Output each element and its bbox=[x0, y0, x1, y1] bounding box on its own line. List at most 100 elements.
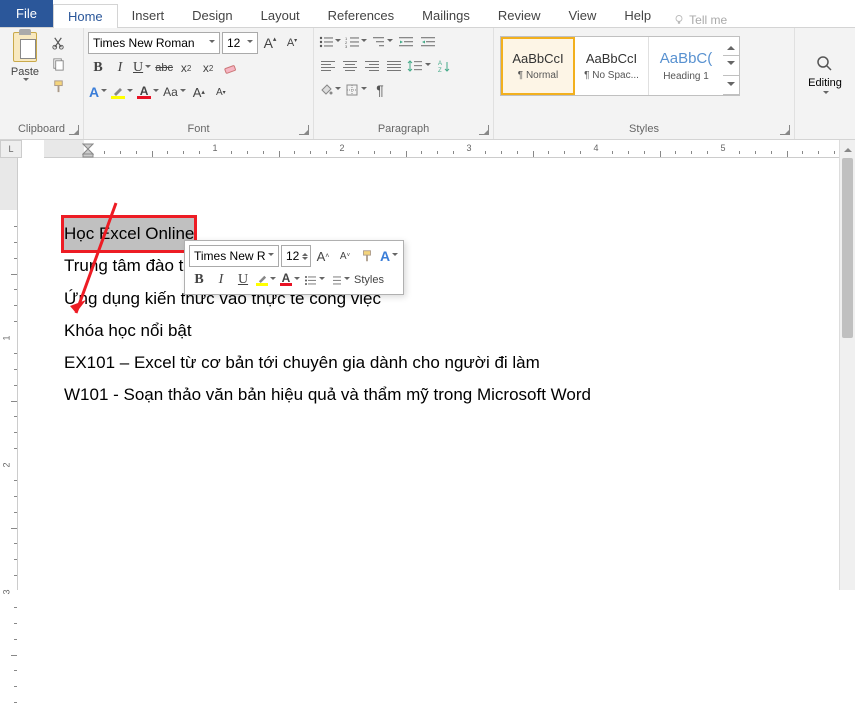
tell-me[interactable]: Tell me bbox=[673, 13, 727, 27]
align-right-button[interactable] bbox=[362, 56, 382, 76]
bullets-button[interactable] bbox=[318, 32, 342, 52]
doc-line[interactable]: Trung tâm đào tạo tin học văn phòng tốt … bbox=[64, 250, 797, 282]
tab-references[interactable]: References bbox=[314, 4, 408, 27]
svg-text:Z: Z bbox=[438, 68, 442, 73]
tab-home[interactable]: Home bbox=[53, 4, 118, 28]
shrink-font2-button[interactable]: A▾ bbox=[211, 82, 231, 102]
format-painter-button[interactable] bbox=[48, 76, 68, 96]
copy-icon bbox=[51, 57, 66, 72]
style-no-spacing[interactable]: AaBbCcI ¶ No Spac... bbox=[575, 37, 649, 95]
style-heading1[interactable]: AaBbC( Heading 1 bbox=[649, 37, 723, 95]
borders-button[interactable] bbox=[344, 80, 368, 100]
paragraph-launcher[interactable] bbox=[479, 125, 489, 135]
font-name-combo[interactable]: Times New Roman bbox=[88, 32, 220, 54]
font-size-combo[interactable]: 12 bbox=[222, 32, 258, 54]
shading-button[interactable] bbox=[318, 80, 342, 100]
bullets-icon bbox=[304, 275, 317, 286]
mini-highlight[interactable] bbox=[255, 270, 277, 290]
mini-bold[interactable]: B bbox=[189, 270, 209, 290]
mini-font-combo[interactable]: Times New R bbox=[189, 245, 279, 267]
multilevel-icon bbox=[371, 36, 385, 48]
mini-underline[interactable]: U bbox=[233, 270, 253, 290]
grow-font-button[interactable]: A▴ bbox=[260, 33, 280, 53]
align-left-button[interactable] bbox=[318, 56, 338, 76]
tab-help[interactable]: Help bbox=[610, 4, 665, 27]
scroll-up-button[interactable] bbox=[840, 140, 855, 156]
mini-font-color[interactable]: A bbox=[279, 270, 301, 290]
indent-icon bbox=[421, 36, 435, 48]
shrink-font-button[interactable]: A▾ bbox=[282, 33, 302, 53]
mini-shrink-font[interactable]: A˅ bbox=[335, 246, 355, 266]
group-paragraph: 123 AZ ¶ Paragraph bbox=[314, 28, 494, 139]
multilevel-button[interactable] bbox=[370, 32, 394, 52]
doc-line[interactable]: Ứng dụng kiến thức vào thực tế công việc bbox=[64, 283, 797, 315]
styles-launcher[interactable] bbox=[780, 125, 790, 135]
tab-file[interactable]: File bbox=[0, 0, 53, 27]
tab-design[interactable]: Design bbox=[178, 4, 246, 27]
numbering-icon bbox=[329, 275, 342, 286]
paste-button[interactable]: Paste bbox=[4, 32, 46, 84]
decrease-indent-button[interactable] bbox=[396, 32, 416, 52]
clipboard-launcher[interactable] bbox=[69, 125, 79, 135]
document-area[interactable]: Học Excel Online Trung tâm đào tạo tin h… bbox=[22, 158, 839, 590]
tab-layout[interactable]: Layout bbox=[247, 4, 314, 27]
highlight-button[interactable] bbox=[110, 82, 134, 102]
mini-numbering[interactable] bbox=[328, 270, 351, 290]
styles-scroll-up[interactable] bbox=[723, 37, 739, 56]
mini-bullets[interactable] bbox=[303, 270, 326, 290]
underline-button[interactable]: U bbox=[132, 58, 152, 78]
bold-button[interactable]: B bbox=[88, 58, 108, 78]
mini-size-combo[interactable]: 12 bbox=[281, 245, 311, 267]
doc-line[interactable]: Khóa học nổi bật bbox=[64, 315, 797, 347]
document-body[interactable]: Học Excel Online Trung tâm đào tạo tin h… bbox=[22, 158, 839, 412]
vertical-scrollbar[interactable] bbox=[839, 140, 855, 590]
mini-format-painter[interactable] bbox=[357, 246, 377, 266]
styles-more[interactable] bbox=[723, 76, 739, 95]
increase-indent-button[interactable] bbox=[418, 32, 438, 52]
font-color-button[interactable]: A bbox=[136, 82, 160, 102]
strikethrough-button[interactable]: abc bbox=[154, 58, 174, 78]
styles-scroll-down[interactable] bbox=[723, 56, 739, 75]
sort-button[interactable]: AZ bbox=[434, 56, 454, 76]
line-spacing-button[interactable] bbox=[406, 56, 432, 76]
style-normal[interactable]: AaBbCcI ¶ Normal bbox=[501, 37, 575, 95]
tab-mailings[interactable]: Mailings bbox=[408, 4, 484, 27]
vertical-ruler[interactable]: 123 bbox=[0, 158, 18, 590]
ruler-tab-selector[interactable]: L bbox=[0, 140, 22, 158]
tab-view[interactable]: View bbox=[554, 4, 610, 27]
paintbrush-icon bbox=[360, 249, 374, 263]
mini-grow-font[interactable]: A˄ bbox=[313, 246, 333, 266]
superscript-button[interactable]: x2 bbox=[198, 58, 218, 78]
find-icon bbox=[816, 55, 834, 73]
tab-review[interactable]: Review bbox=[484, 4, 555, 27]
outdent-icon bbox=[399, 36, 413, 48]
tab-insert[interactable]: Insert bbox=[118, 4, 179, 27]
subscript-button[interactable]: x2 bbox=[176, 58, 196, 78]
clear-formatting-button[interactable] bbox=[220, 58, 240, 78]
selected-text[interactable]: Học Excel Online bbox=[64, 218, 194, 250]
editing-dropdown[interactable]: Editing bbox=[795, 30, 855, 122]
justify-button[interactable] bbox=[384, 56, 404, 76]
numbering-button[interactable]: 123 bbox=[344, 32, 368, 52]
cut-button[interactable] bbox=[48, 32, 68, 52]
show-marks-button[interactable]: ¶ bbox=[370, 80, 390, 100]
grow-font2-button[interactable]: A▴ bbox=[189, 82, 209, 102]
mini-italic[interactable]: I bbox=[211, 270, 231, 290]
horizontal-ruler[interactable]: 123456 bbox=[44, 140, 839, 158]
doc-line[interactable]: EX101 – Excel từ cơ bản tới chuyên gia d… bbox=[64, 347, 797, 379]
text-effects-button[interactable]: A bbox=[88, 82, 108, 102]
mini-text-effects[interactable]: A bbox=[379, 246, 399, 266]
svg-text:3: 3 bbox=[345, 44, 348, 48]
mini-styles[interactable]: Styles bbox=[353, 270, 385, 290]
italic-button[interactable]: I bbox=[110, 58, 130, 78]
copy-button[interactable] bbox=[48, 54, 68, 74]
styles-gallery[interactable]: AaBbCcI ¶ Normal AaBbCcI ¶ No Spac... Aa… bbox=[500, 36, 740, 96]
align-center-button[interactable] bbox=[340, 56, 360, 76]
indent-marker-left[interactable] bbox=[82, 140, 94, 158]
ribbon-tabs: File Home Insert Design Layout Reference… bbox=[0, 0, 855, 28]
font-launcher[interactable] bbox=[299, 125, 309, 135]
group-editing: Editing bbox=[795, 28, 855, 139]
change-case-button[interactable]: Aa bbox=[162, 82, 187, 102]
doc-line[interactable]: W101 - Soạn thảo văn bản hiệu quả và thẩ… bbox=[64, 379, 797, 411]
scroll-thumb[interactable] bbox=[842, 158, 853, 338]
